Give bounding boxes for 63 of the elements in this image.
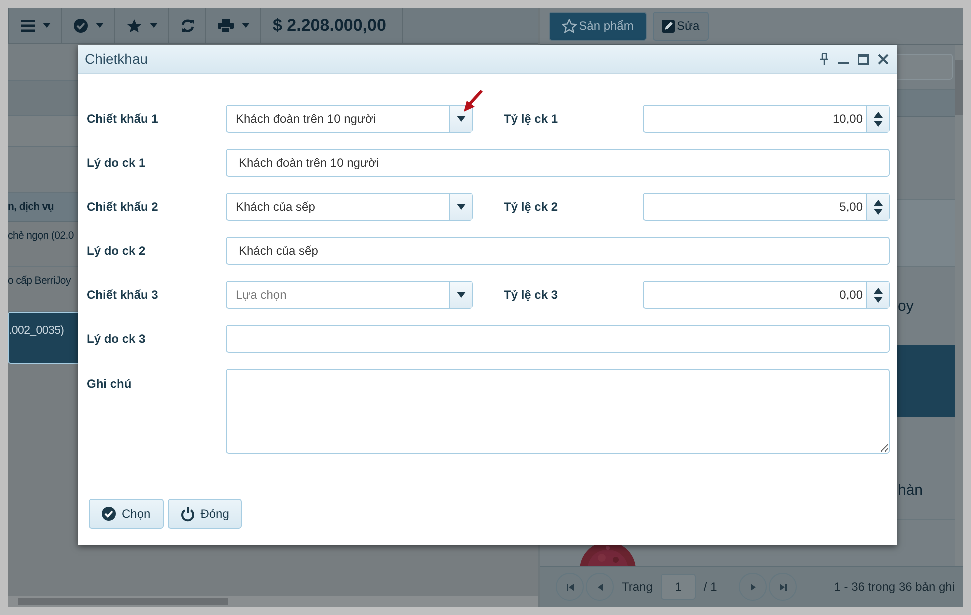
page-label: Trang [622, 580, 653, 594]
star-icon [562, 19, 578, 33]
field-label: Tỷ lệ ck 1 [504, 112, 560, 126]
page-field[interactable]: 1 [660, 574, 696, 600]
field-label: Chiết khấu 2 [87, 200, 160, 214]
notes-field[interactable] [226, 369, 890, 454]
product-name: oy [898, 298, 914, 314]
scrollbar[interactable] [8, 596, 538, 607]
check-circle-icon [74, 18, 88, 32]
star-icon [127, 18, 142, 32]
dropdown[interactable]: Lựa chọn [226, 281, 473, 309]
power-icon [180, 506, 195, 522]
input-field[interactable]: Khách của sếp [226, 237, 890, 265]
product-name: hàn [898, 482, 924, 499]
field-label: Ghi chú [87, 376, 133, 391]
previous-icon [598, 584, 602, 590]
field-label: Lý do ck 2 [87, 244, 147, 258]
spinner-icon [874, 200, 882, 214]
last-page-button[interactable] [769, 573, 798, 601]
next-icon [750, 584, 756, 590]
input-field[interactable] [226, 325, 890, 353]
caret-icon [96, 23, 104, 28]
first-page-icon [566, 584, 574, 590]
field-label: Chiết khấu 1 [87, 112, 160, 126]
maximize-icon[interactable] [858, 54, 869, 64]
dialog-title: Chietkhau [85, 51, 148, 67]
dropdown[interactable]: Khách đoàn trên 10 người [226, 105, 473, 133]
number-field[interactable]: 0,00 [643, 281, 890, 309]
spinner-icon [874, 112, 882, 126]
scrollbar[interactable] [955, 45, 963, 566]
close-icon[interactable] [878, 54, 889, 64]
pin-icon[interactable] [820, 53, 829, 65]
refresh-icon [181, 18, 195, 32]
select-button[interactable]: Chọn [89, 499, 164, 529]
dropdown[interactable]: Khách của sếp [226, 193, 473, 221]
next-page-button[interactable] [739, 573, 768, 601]
caret-icon [43, 23, 51, 28]
last-page-icon [780, 584, 787, 590]
close-button[interactable]: Đóng [168, 499, 242, 529]
field-label: Chiết khấu 3 [87, 288, 160, 302]
caret-icon [456, 292, 466, 298]
caret-icon [150, 23, 158, 28]
input-field[interactable]: Khách đoàn trên 10 người [226, 149, 890, 177]
number-field[interactable]: 5,00 [643, 193, 890, 221]
number-field[interactable]: 10,00 [643, 105, 890, 133]
check-circle-icon [102, 507, 116, 521]
total-amount: $ 2.208.000,00 [261, 8, 404, 43]
products-button[interactable]: Sản phẩm [549, 12, 647, 40]
field-label: Tỷ lệ ck 3 [504, 288, 560, 302]
edit-button[interactable]: Sửa [653, 12, 709, 40]
first-page-button[interactable] [556, 573, 584, 601]
printer-icon [218, 18, 234, 32]
page-count: / 1 [704, 580, 718, 594]
pointer-arrow [462, 90, 484, 114]
pencil-icon [662, 20, 675, 32]
previous-page-button[interactable] [586, 573, 614, 601]
spinner-icon [874, 288, 882, 302]
caret-icon [456, 204, 466, 210]
menu-icon [21, 20, 35, 32]
record-count: 1 - 36 trong 36 bản ghi [834, 580, 955, 594]
caret-icon [242, 23, 250, 28]
field-label: Lý do ck 3 [87, 332, 147, 346]
field-label: Lý do ck 1 [87, 156, 147, 170]
